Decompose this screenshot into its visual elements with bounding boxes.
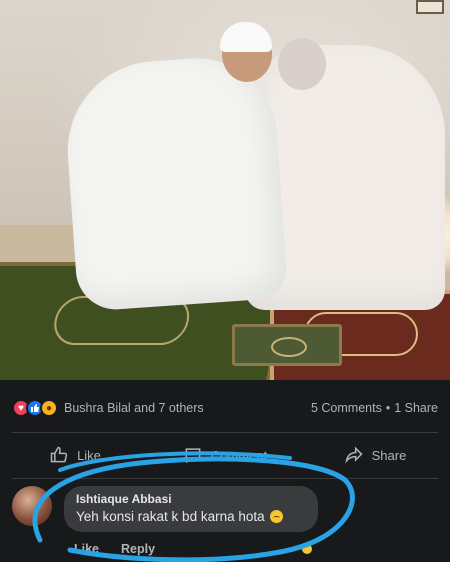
comment-author[interactable]: Ishtiaque Abbasi (76, 492, 306, 506)
photo-person-man (61, 52, 289, 313)
comment-reply-button[interactable]: Reply (121, 542, 155, 556)
share-arrow-icon (344, 446, 363, 464)
post-footer: ♥ ● Bushra Bilal and 7 others 5 Comments… (0, 380, 450, 562)
comment-icon (185, 448, 201, 464)
reactions-summary[interactable]: ♥ ● Bushra Bilal and 7 others 5 Comments… (12, 398, 438, 418)
haha-icon (300, 542, 314, 556)
reaction-names[interactable]: Bushra Bilal and 7 others (64, 401, 204, 415)
post-actions: Like Comment Share (0, 440, 450, 470)
comment-reactions[interactable] (300, 540, 322, 558)
thumbs-up-icon (50, 446, 68, 463)
avatar[interactable] (12, 486, 52, 526)
post-counts: 5 Comments • 1 Share (311, 401, 438, 415)
comment-button[interactable]: Comment (150, 440, 300, 470)
post-photo[interactable] (0, 0, 450, 380)
comment-like-button[interactable]: Like (74, 542, 99, 556)
upside-down-face-icon (269, 510, 283, 523)
counts-separator: • (385, 401, 391, 415)
care-icon: ● (40, 399, 58, 417)
comments-count[interactable]: 5 Comments (311, 401, 382, 415)
shares-count[interactable]: 1 Share (394, 401, 438, 415)
photo-wall-frame (416, 0, 444, 14)
reaction-icons[interactable]: ♥ ● (12, 399, 58, 417)
comment-bubble[interactable]: Ishtiaque Abbasi Yeh konsi rakat k bd ka… (64, 486, 318, 532)
photo-person-woman-head (278, 38, 326, 90)
photo-book (232, 324, 342, 366)
like-button[interactable]: Like (0, 440, 150, 470)
comment-text-row: Yeh konsi rakat k bd karna hota (76, 509, 306, 524)
like-button-label: Like (77, 447, 101, 463)
comment-text: Yeh konsi rakat k bd karna hota (76, 509, 265, 524)
divider (12, 478, 438, 479)
share-button-label: Share (371, 447, 407, 463)
comment-actions: Like Reply (74, 542, 155, 556)
divider (12, 432, 438, 433)
comment-button-label: Comment (210, 447, 268, 463)
share-button[interactable]: Share (300, 440, 450, 470)
